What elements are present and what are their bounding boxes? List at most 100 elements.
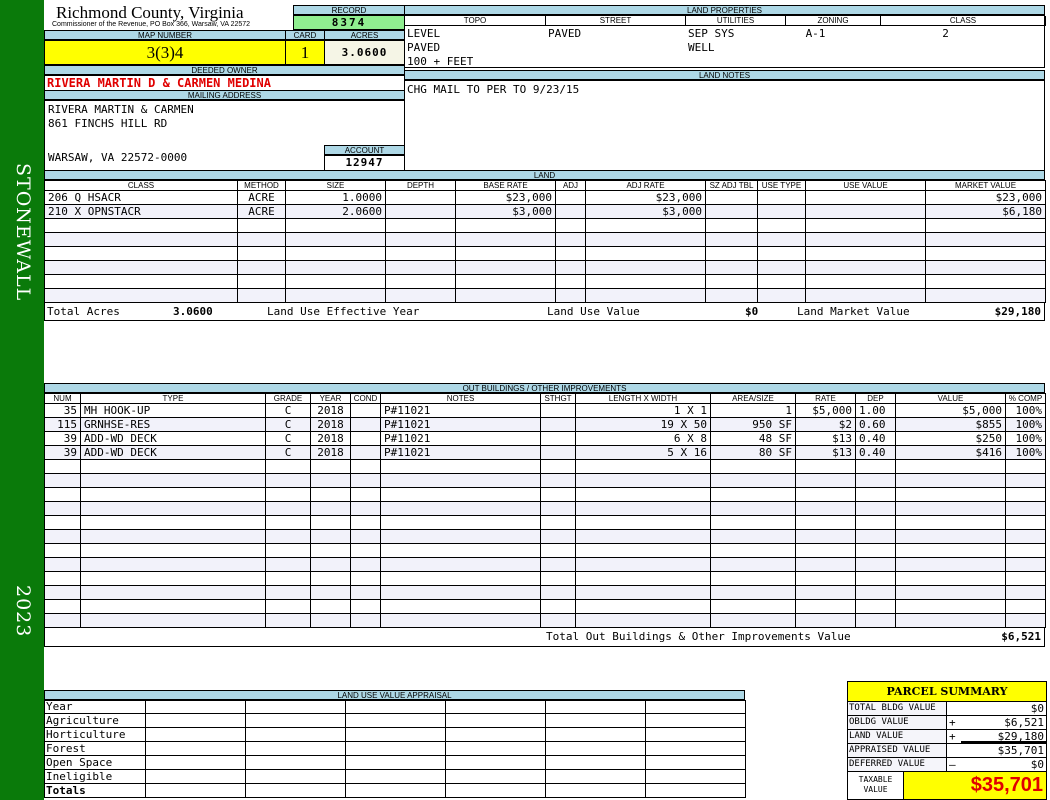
land-cell: [385, 260, 456, 275]
land-use-cell: [145, 755, 246, 770]
outbuilding-cell: C: [265, 431, 311, 446]
outbuilding-cell: $5,000: [895, 403, 1006, 418]
outbuilding-cell: [350, 515, 381, 530]
outbuilding-cell: [265, 529, 311, 544]
outbuilding-cell: [265, 613, 311, 628]
outbuilding-cell: [44, 543, 81, 558]
land-use-cell: [145, 727, 246, 742]
land-cell: [805, 218, 926, 233]
outbuilding-cell: [710, 487, 796, 502]
land-cell: [285, 246, 386, 261]
outbuilding-cell: [44, 459, 81, 474]
land-cell: 206 Q HSACR: [44, 190, 238, 205]
outbuilding-cell: [540, 501, 576, 516]
land-use-cell: [545, 700, 646, 714]
outbuilding-cell: [855, 585, 896, 600]
outbuilding-cell: [795, 501, 856, 516]
land-cell: [237, 246, 286, 261]
land-cell: [237, 232, 286, 247]
land-use-cell: [545, 727, 646, 742]
outbuilding-cell: [310, 473, 351, 488]
outbuildings-title: OUT BUILDINGS / OTHER IMPROVEMENTS: [44, 383, 1045, 393]
land-use-row: Horticulture: [44, 727, 746, 742]
outbuilding-cell: [855, 571, 896, 586]
land-cell: [44, 274, 238, 289]
land-use-label: Horticulture: [44, 727, 146, 742]
outbuilding-cell: [350, 473, 381, 488]
office-address: Commissioner of the Revenue, PO Box 366,…: [52, 21, 251, 28]
outbuilding-cell: [380, 515, 541, 530]
outbuilding-col-header: VALUE: [895, 393, 1006, 404]
outbuilding-cell: P#11021: [380, 445, 541, 460]
record-number: 8374: [293, 15, 405, 30]
land-use-cell: [345, 783, 446, 798]
land-totals: Total Acres 3.0600 Land Use Effective Ye…: [44, 302, 1045, 321]
land-cell: [757, 274, 806, 289]
outbuilding-cell: [795, 473, 856, 488]
outbuildings-table: NUM TYPE GRADE YEAR COND NOTES STHGT LENGTH X W…: [44, 393, 1046, 628]
land-prop-value: LEVEL: [407, 27, 441, 40]
land-cell: [805, 246, 926, 261]
outbuilding-row: [44, 571, 1046, 586]
summary-sign: +: [949, 716, 956, 729]
outbuilding-cell: [350, 431, 381, 446]
outbuilding-cell: P#11021: [380, 403, 541, 418]
outbuilding-col-header: STHGT: [540, 393, 576, 404]
outbuilding-cell: [1005, 473, 1046, 488]
outbuilding-cell: [310, 529, 351, 544]
outbuilding-cell: [350, 529, 381, 544]
land-cell: $3,000: [455, 204, 556, 219]
land-use-cell: [645, 713, 746, 728]
outbuilding-col-header: RATE: [795, 393, 856, 404]
outbuilding-cell: [540, 473, 576, 488]
land-cell: 210 X OPNSTACR: [44, 204, 238, 219]
outbuilding-cell: [1005, 515, 1046, 530]
land-use-cell: [145, 700, 246, 714]
land-cell: [805, 260, 926, 275]
land-col-header: MARKET VALUE: [925, 180, 1046, 191]
outbuildings-total-value: $6,521: [1001, 630, 1041, 643]
summary-label: APPRAISED VALUE: [848, 744, 947, 757]
outbuilding-cell: [44, 613, 81, 628]
outbuilding-cell: [380, 487, 541, 502]
land-col-header: METHOD: [237, 180, 286, 191]
summary-row: OBLDG VALUE + $6,521: [848, 716, 1046, 730]
outbuilding-cell: [310, 543, 351, 558]
county-title: Richmond County, Virginia: [56, 3, 244, 22]
outbuilding-cell: [380, 585, 541, 600]
outbuilding-cell: [795, 487, 856, 502]
land-notes: CHG MAIL TO PER TO 9/23/15: [404, 80, 1045, 171]
outbuilding-cell: [350, 543, 381, 558]
outbuilding-cell: [710, 501, 796, 516]
outbuilding-cell: [795, 613, 856, 628]
summary-value: $35,701: [997, 744, 1044, 757]
outbuilding-cell: [350, 445, 381, 460]
outbuilding-cell: [575, 501, 711, 516]
land-cell: [757, 260, 806, 275]
outbuilding-cell: C: [265, 417, 311, 432]
land-col-header: BASE RATE: [455, 180, 556, 191]
outbuilding-cell: 48 SF: [710, 431, 796, 446]
summary-row: APPRAISED VALUE $35,701: [848, 744, 1046, 758]
land-cell: [585, 274, 706, 289]
outbuilding-cell: [540, 543, 576, 558]
outbuilding-col-header: LENGTH X WIDTH: [575, 393, 711, 404]
outbuilding-cell: [80, 571, 266, 586]
outbuilding-cell: [795, 599, 856, 614]
land-cell: [805, 232, 926, 247]
outbuilding-cell: [855, 501, 896, 516]
outbuilding-col-header: % COMP: [1005, 393, 1046, 404]
outbuilding-cell: 80 SF: [710, 445, 796, 460]
land-cell: [555, 232, 586, 247]
land-cell: [385, 274, 456, 289]
land-prop-col-header: UTILITIES: [686, 16, 786, 26]
summary-row: TOTAL BLDG VALUE $0: [848, 702, 1046, 716]
outbuilding-cell: $13: [795, 445, 856, 460]
outbuilding-cell: [80, 473, 266, 488]
outbuilding-cell: [1005, 529, 1046, 544]
summary-label: DEFERRED VALUE: [848, 758, 947, 771]
land-cell: [585, 232, 706, 247]
land-prop-value: A-1: [805, 27, 826, 40]
land-use-label: Open Space: [44, 755, 146, 770]
land-cell: [805, 204, 926, 219]
